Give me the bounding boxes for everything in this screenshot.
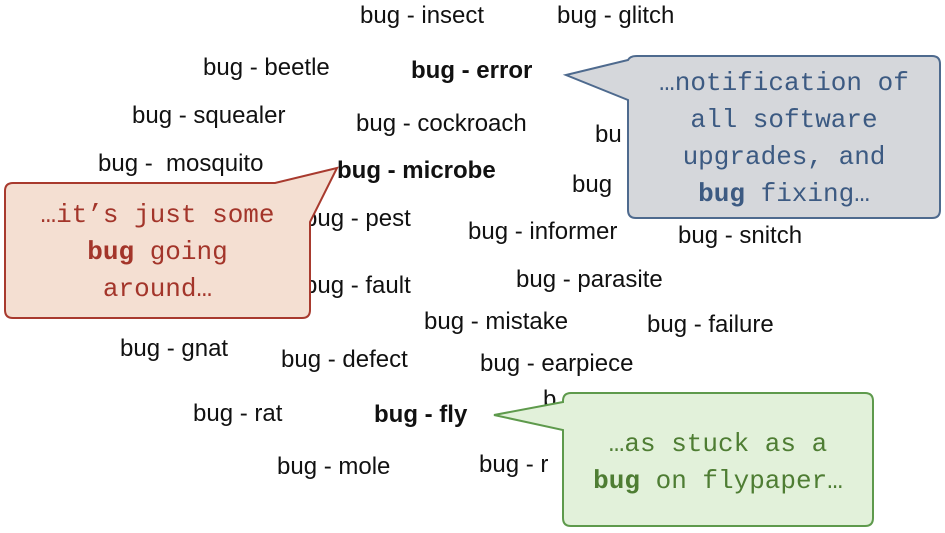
- bug-word-cloud-slide: bug - insect bug - glitch bug - beetle b…: [0, 0, 945, 533]
- callout-flypaper: …as stuck as a bug on flypaper…: [563, 426, 873, 500]
- callout-flypaper-text: …as stuck as a: [608, 429, 828, 459]
- callout-flypaper-text-end: on flypaper…: [639, 466, 843, 496]
- callout-illness: …it’s just some bug going around…: [5, 197, 310, 308]
- callout-software-bold: bug: [698, 179, 745, 209]
- callout-software-text: …notification of all software upgrades, …: [659, 68, 909, 172]
- callout-software-text-end: fixing…: [744, 179, 870, 209]
- callout-illness-bold: bug: [87, 237, 135, 267]
- callout-software: …notification of all software upgrades, …: [628, 65, 940, 213]
- callout-flypaper-bold: bug: [593, 466, 640, 496]
- callout-illness-text: …it’s just some: [40, 200, 275, 230]
